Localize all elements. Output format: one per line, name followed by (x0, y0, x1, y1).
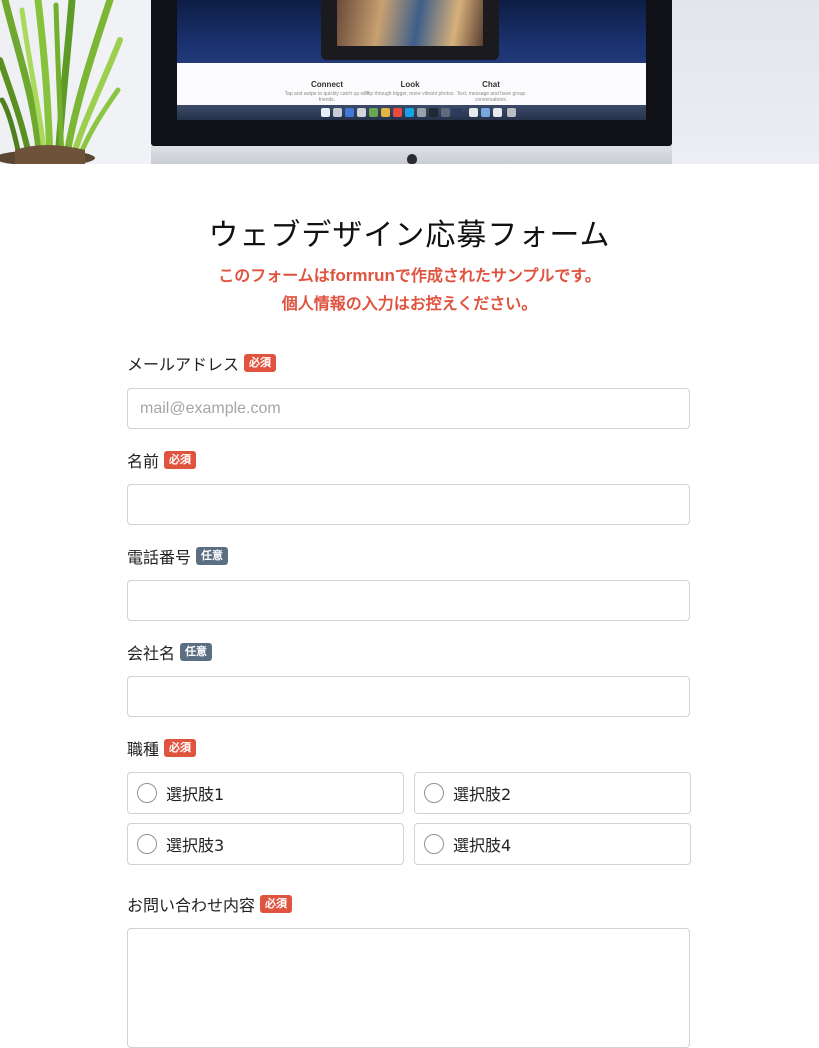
notice-prefix: このフォームは (218, 266, 330, 285)
dock-folder-icon (481, 108, 490, 117)
optional-badge: 任意 (180, 643, 213, 661)
company-label-text: 会社名 (127, 644, 176, 663)
dock-launchpad-icon (333, 108, 342, 117)
screen-feature-desc: Text, message and have group conversatio… (456, 91, 526, 103)
screen-feature: Connect Tap and swipe to quickly catch u… (282, 80, 372, 103)
radio-button[interactable] (137, 783, 157, 803)
plant-image (0, 0, 123, 164)
dock-safari-icon (345, 108, 354, 117)
sample-notice: このフォームはformrunで作成されたサンプルです。 個人情報の入力はお控えく… (0, 262, 819, 318)
hero-image: Connect Tap and swipe to quickly catch u… (0, 0, 819, 164)
dock-appstore-icon (405, 108, 414, 117)
required-badge: 必須 (164, 451, 197, 469)
monitor-chin (151, 146, 672, 164)
notice-line-2: 個人情報の入力はお控えください。 (281, 294, 538, 313)
dock-facetime-icon (369, 108, 378, 117)
job-type-option-2[interactable]: 選択肢2 (414, 772, 691, 814)
name-label-text: 名前 (127, 452, 160, 471)
option-label: 選択肢3 (166, 836, 225, 855)
radio-button[interactable] (424, 834, 444, 854)
optional-badge: 任意 (196, 547, 229, 565)
notice-brand: formrun (329, 266, 395, 285)
option-label: 選択肢1 (166, 785, 225, 804)
company-label: 会社名 任意 (127, 641, 213, 663)
screen-dock (177, 105, 646, 120)
apple-logo-icon (407, 154, 417, 164)
company-input[interactable] (127, 676, 690, 717)
phone-label-text: 電話番号 (127, 548, 192, 567)
monitor-screen: Connect Tap and swipe to quickly catch u… (177, 0, 646, 120)
screen-feature: Look Flip through bigger, more vibrant p… (365, 80, 455, 97)
dock-settings-icon (417, 108, 426, 117)
dock-trash-icon (507, 108, 516, 117)
form-title: ウェブデザイン応募フォーム (208, 218, 611, 253)
name-input[interactable] (127, 484, 690, 525)
job-type-label-text: 職種 (127, 740, 160, 759)
screen-feature-title: Connect (311, 80, 343, 89)
email-label-text: メールアドレス (127, 355, 240, 374)
job-type-option-4[interactable]: 選択肢4 (414, 823, 691, 865)
dock-finder-icon (321, 108, 330, 117)
required-badge: 必須 (244, 354, 277, 372)
dock-chrome-icon (393, 108, 402, 117)
imac-monitor: Connect Tap and swipe to quickly catch u… (151, 0, 672, 164)
required-badge: 必須 (260, 895, 293, 913)
dock-terminal-icon (429, 108, 438, 117)
dock-notes-icon (381, 108, 390, 117)
inquiry-textarea[interactable] (127, 928, 690, 1048)
dock-app-icon (441, 108, 450, 117)
background-wall (672, 0, 819, 164)
job-type-option-3[interactable]: 選択肢3 (127, 823, 404, 865)
email-input[interactable] (127, 388, 690, 429)
email-label: メールアドレス 必須 (127, 352, 277, 374)
required-badge: 必須 (164, 739, 197, 757)
screen-feature-desc: Tap and swipe to quickly catch up with f… (284, 91, 370, 103)
dock-photoshop-icon (453, 108, 462, 117)
phone-input[interactable] (127, 580, 690, 621)
name-label: 名前 必須 (127, 449, 197, 471)
inquiry-label: お問い合わせ内容 必須 (127, 893, 293, 915)
notice-suffix: で作成されたサンプルです。 (394, 266, 601, 285)
phone-label: 電話番号 任意 (127, 545, 229, 567)
radio-button[interactable] (424, 783, 444, 803)
dock-mail-icon (357, 108, 366, 117)
job-type-option-1[interactable]: 選択肢1 (127, 772, 404, 814)
notice-line-1: このフォームはformrunで作成されたサンプルです。 (0, 262, 819, 290)
tablet-image (321, 0, 499, 60)
option-label: 選択肢4 (453, 836, 512, 855)
option-label: 選択肢2 (453, 785, 512, 804)
screen-feature: Chat Text, message and have group conver… (446, 80, 536, 103)
screen-feature-desc: Flip through bigger, more vibrant photos… (365, 91, 455, 97)
screen-feature-title: Chat (482, 80, 500, 89)
job-type-label: 職種 必須 (127, 737, 197, 759)
dock-document-icon (493, 108, 502, 117)
screen-feature-title: Look (400, 80, 420, 89)
radio-button[interactable] (137, 834, 157, 854)
inquiry-label-text: お問い合わせ内容 (127, 896, 256, 915)
dock-document-icon (469, 108, 478, 117)
tablet-photo (337, 0, 483, 46)
